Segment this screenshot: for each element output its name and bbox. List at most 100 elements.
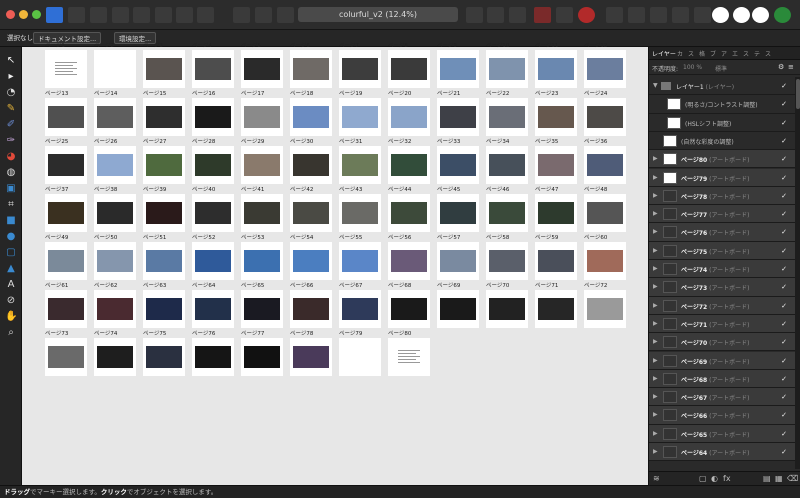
- crop-tool-icon[interactable]: ⌗: [5, 199, 17, 211]
- visibility-checkbox[interactable]: ✓: [780, 228, 788, 236]
- artboard[interactable]: ページ13: [45, 89, 87, 137]
- artboard-page[interactable]: [339, 242, 381, 280]
- artboard-page[interactable]: [437, 98, 479, 136]
- artboard-page[interactable]: [437, 194, 479, 232]
- scrollbar-thumb[interactable]: [796, 79, 800, 109]
- expand-arrow-icon[interactable]: ▶: [653, 210, 658, 217]
- insert-inside-icon[interactable]: [606, 7, 623, 23]
- artboard[interactable]: ページ43: [339, 185, 381, 233]
- artboard[interactable]: ページ16: [192, 89, 234, 137]
- artboard-layer-row[interactable]: ▶ ページ74 (アートボード) ✓: [649, 260, 795, 279]
- snap-to-grid-icon[interactable]: [534, 7, 551, 23]
- artboard[interactable]: ページ44: [388, 185, 430, 233]
- artboard-page[interactable]: [143, 98, 185, 136]
- artboard-page[interactable]: [143, 194, 185, 232]
- ellipse-tool-icon[interactable]: ●: [5, 231, 17, 243]
- artboard-page[interactable]: [45, 146, 87, 184]
- add-pixel-layer-icon[interactable]: ▦: [775, 474, 783, 483]
- visibility-checkbox[interactable]: ✓: [780, 155, 788, 163]
- expand-arrow-icon[interactable]: ▶: [653, 302, 658, 309]
- artboard-page[interactable]: [535, 146, 577, 184]
- visibility-checkbox[interactable]: ✓: [780, 210, 788, 218]
- expand-arrow-icon[interactable]: ▶: [653, 375, 658, 382]
- fx-icon[interactable]: fx: [723, 474, 731, 483]
- artboard-page[interactable]: [388, 194, 430, 232]
- artboard-page[interactable]: [535, 290, 577, 328]
- artboard-layer-row[interactable]: ▶ ページ68 (アートボード) ✓: [649, 369, 795, 389]
- artboard[interactable]: ページ69: [437, 281, 479, 329]
- visibility-checkbox[interactable]: ✓: [780, 247, 788, 255]
- mask-icon[interactable]: ▢: [699, 474, 707, 483]
- artboard-page[interactable]: [45, 98, 87, 136]
- artboard-layer-row[interactable]: ▶ ページ64 (アートボード) ✓: [649, 443, 795, 462]
- artboard-page[interactable]: [584, 290, 626, 328]
- artboard[interactable]: ページ36: [584, 137, 626, 185]
- artboard-page[interactable]: [339, 194, 381, 232]
- artboard-page[interactable]: [535, 242, 577, 280]
- artboard[interactable]: ページ6: [290, 41, 332, 89]
- artboard-page[interactable]: [486, 194, 528, 232]
- visibility-checkbox[interactable]: ✓: [780, 338, 788, 346]
- artboard-page[interactable]: [535, 98, 577, 136]
- artboard[interactable]: ページ75: [143, 329, 185, 377]
- artboard[interactable]: ページ14: [94, 89, 136, 137]
- place-image-tool-icon[interactable]: ▣: [5, 183, 17, 195]
- artboard[interactable]: ページ64: [192, 281, 234, 329]
- expand-arrow-icon[interactable]: ▶: [653, 357, 658, 364]
- artboard-page[interactable]: [290, 50, 332, 88]
- artboard-page[interactable]: [192, 194, 234, 232]
- artboard[interactable]: ページ42: [290, 185, 332, 233]
- gear-icon[interactable]: ⚙: [778, 63, 784, 71]
- artboard-page[interactable]: [486, 242, 528, 280]
- expand-arrow-icon[interactable]: ▶: [653, 411, 658, 418]
- artboard[interactable]: ページ51: [143, 233, 185, 281]
- artboard-layer-row[interactable]: ▶ ページ65 (アートボード) ✓: [649, 424, 795, 443]
- artboard-page[interactable]: [437, 242, 479, 280]
- artboard[interactable]: ページ2: [94, 41, 136, 89]
- artboard[interactable]: ページ54: [290, 233, 332, 281]
- share-icon[interactable]: [752, 7, 769, 23]
- artboard-page[interactable]: [290, 98, 332, 136]
- artboard-page[interactable]: [486, 50, 528, 88]
- artboard-page[interactable]: [290, 194, 332, 232]
- layers-stack-icon[interactable]: ≋: [653, 474, 660, 483]
- artboard-page[interactable]: [45, 194, 87, 232]
- artboard-page[interactable]: [94, 338, 136, 376]
- artboard-page[interactable]: [241, 338, 283, 376]
- artboard-page[interactable]: [388, 146, 430, 184]
- artboard[interactable]: ページ32: [388, 137, 430, 185]
- visibility-checkbox[interactable]: ✓: [780, 82, 788, 90]
- artboard[interactable]: ページ21: [437, 89, 479, 137]
- eyedropper-tool-icon[interactable]: ⊘: [5, 295, 17, 307]
- artboard-page[interactable]: [535, 50, 577, 88]
- expand-arrow-icon[interactable]: ▶: [653, 430, 658, 437]
- artboard-page[interactable]: [143, 50, 185, 88]
- artboard-page[interactable]: [339, 290, 381, 328]
- artboard[interactable]: ページ10: [486, 41, 528, 89]
- artboard[interactable]: ページ27: [143, 137, 185, 185]
- visibility-checkbox[interactable]: ✓: [780, 192, 788, 200]
- artboard-page[interactable]: [339, 338, 381, 376]
- artboard-page[interactable]: [192, 146, 234, 184]
- artboard-page[interactable]: [192, 98, 234, 136]
- artboard[interactable]: ページ78: [290, 329, 332, 377]
- artboard-page[interactable]: [192, 338, 234, 376]
- artboard[interactable]: ページ80: [388, 329, 430, 377]
- artboard-layer-row[interactable]: ▶ ページ78 (アートボード) ✓: [649, 186, 795, 206]
- artboard[interactable]: ページ58: [486, 233, 528, 281]
- move-tool-icon[interactable]: ↖: [5, 55, 17, 67]
- artboard-page[interactable]: [486, 290, 528, 328]
- artboard-page[interactable]: [437, 146, 479, 184]
- artboard[interactable]: ページ22: [486, 89, 528, 137]
- artboard-page[interactable]: [486, 146, 528, 184]
- artboard[interactable]: ページ24: [584, 89, 626, 137]
- artboard[interactable]: ページ74: [94, 329, 136, 377]
- artboard-page[interactable]: [388, 50, 430, 88]
- artboard[interactable]: ページ39: [143, 185, 185, 233]
- add-layer-icon[interactable]: ▤: [763, 474, 771, 483]
- artboard[interactable]: ページ38: [94, 185, 136, 233]
- color-picker-icon[interactable]: [578, 7, 595, 23]
- assistant-icon[interactable]: [712, 7, 729, 23]
- account-avatar-icon[interactable]: [774, 7, 791, 23]
- artboard[interactable]: ページ55: [339, 233, 381, 281]
